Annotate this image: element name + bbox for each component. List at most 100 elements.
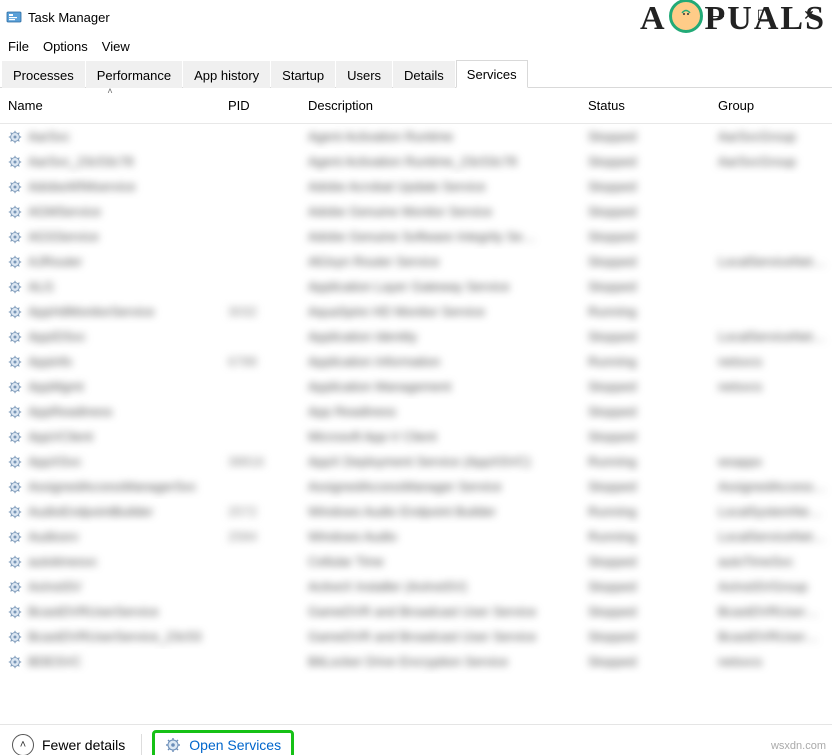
table-row[interactable]: BDESVC BitLocker Drive Encryption Servic… — [0, 649, 832, 674]
tab-processes[interactable]: Processes — [2, 61, 85, 88]
service-name: AppMgmt — [28, 379, 84, 394]
cell-name: AppXSvc — [0, 449, 220, 474]
table-row[interactable]: AppHdMonitorService 3032 AquaSpire HD Mo… — [0, 299, 832, 324]
service-name: AppXSvc — [28, 454, 81, 469]
service-gear-icon — [8, 255, 22, 269]
tab-startup[interactable]: Startup — [271, 61, 335, 88]
sort-asc-icon: ˄ — [107, 88, 112, 96]
col-description[interactable]: Description — [300, 88, 580, 124]
col-group[interactable]: Group — [710, 88, 832, 124]
menu-view[interactable]: View — [98, 37, 140, 56]
gear-icon — [165, 737, 181, 753]
table-row[interactable]: AdobeARMservice Adobe Acrobat Update Ser… — [0, 174, 832, 199]
tab-strip: Processes Performance App history Startu… — [0, 58, 832, 88]
service-name: AarSvc_23c53c78 — [28, 154, 134, 169]
table-row[interactable]: AGSService Adobe Genuine Software Integr… — [0, 224, 832, 249]
service-gear-icon — [8, 280, 22, 294]
table-row[interactable]: AxInstSV ActiveX Installer (AxInstSV) St… — [0, 574, 832, 599]
table-row[interactable]: AJRouter AllJoyn Router Service Stopped … — [0, 249, 832, 274]
cell-description: GameDVR and Broadcast User Service — [300, 624, 580, 649]
cell-group — [710, 399, 832, 424]
col-name[interactable]: ˄ Name — [0, 88, 220, 124]
cell-status: Stopped — [580, 549, 710, 574]
cell-description: Application Management — [300, 374, 580, 399]
cell-status: Stopped — [580, 474, 710, 499]
table-row[interactable]: AppReadiness App Readiness Stopped — [0, 399, 832, 424]
service-gear-icon — [8, 480, 22, 494]
cell-description: Agent Activation Runtime — [300, 124, 580, 150]
table-row[interactable]: autotimesvc Cellular Time Stopped autoTi… — [0, 549, 832, 574]
minimize-button[interactable]: — — [694, 0, 740, 30]
table-row[interactable]: AppVClient Microsoft App-V Client Stoppe… — [0, 424, 832, 449]
cell-pid: 6788 — [220, 349, 300, 374]
service-name: AssignedAccessManagerSvc — [28, 479, 196, 494]
cell-status: Stopped — [580, 624, 710, 649]
service-gear-icon — [8, 655, 22, 669]
col-status[interactable]: Status — [580, 88, 710, 124]
open-services-label: Open Services — [189, 737, 281, 753]
service-gear-icon — [8, 230, 22, 244]
table-row[interactable]: Appinfo 6788 Application Information Run… — [0, 349, 832, 374]
col-pid[interactable]: PID — [220, 88, 300, 124]
table-row[interactable]: ALG Application Layer Gateway Service St… — [0, 274, 832, 299]
cell-name: AppMgmt — [0, 374, 220, 399]
service-gear-icon — [8, 580, 22, 594]
cell-name: Audiosrv — [0, 524, 220, 549]
table-row[interactable]: BcastDVRUserService_23c53 GameDVR and Br… — [0, 624, 832, 649]
menu-file[interactable]: File — [4, 37, 39, 56]
cell-name: BcastDVRUserService_23c53 — [0, 624, 220, 649]
table-row[interactable]: Audiosrv 2584 Windows Audio Running Loca… — [0, 524, 832, 549]
cell-description: Windows Audio — [300, 524, 580, 549]
tab-details[interactable]: Details — [393, 61, 455, 88]
cell-status: Stopped — [580, 574, 710, 599]
window-controls: — ☐ ✕ — [694, 0, 832, 30]
service-gear-icon — [8, 555, 22, 569]
tab-performance[interactable]: Performance — [86, 61, 182, 88]
menu-options[interactable]: Options — [39, 37, 98, 56]
fewer-details-button[interactable]: ˄ Fewer details — [6, 732, 131, 755]
table-row[interactable]: AppXSvc 38816 AppX Deployment Service (A… — [0, 449, 832, 474]
cell-group — [710, 224, 832, 249]
cell-group: AxInstSVGroup — [710, 574, 832, 599]
cell-status: Stopped — [580, 649, 710, 674]
maximize-button[interactable]: ☐ — [740, 0, 786, 30]
service-gear-icon — [8, 180, 22, 194]
table-row[interactable]: AarSvc_23c53c78 Agent Activation Runtime… — [0, 149, 832, 174]
col-name-label: Name — [8, 98, 43, 113]
cell-pid — [220, 274, 300, 299]
tab-app-history[interactable]: App history — [183, 61, 270, 88]
cell-group — [710, 299, 832, 324]
bottom-bar: ˄ Fewer details Open Services — [0, 724, 832, 755]
open-services-button[interactable]: Open Services — [152, 730, 294, 755]
menu-bar: File Options View — [0, 34, 832, 58]
service-name: AppVClient — [28, 429, 93, 444]
service-gear-icon — [8, 405, 22, 419]
fewer-details-label: Fewer details — [42, 737, 125, 753]
window-title: Task Manager — [28, 10, 110, 25]
cell-group: AarSvcGroup — [710, 124, 832, 150]
table-row[interactable]: AGMService Adobe Genuine Monitor Service… — [0, 199, 832, 224]
table-row[interactable]: AudioEndpointBuilder 2572 Windows Audio … — [0, 499, 832, 524]
table-row[interactable]: AppMgmt Application Management Stopped n… — [0, 374, 832, 399]
cell-status: Running — [580, 499, 710, 524]
tab-services[interactable]: Services — [456, 60, 528, 88]
service-name: AppIDSvc — [28, 329, 86, 344]
table-row[interactable]: BcastDVRUserService GameDVR and Broadcas… — [0, 599, 832, 624]
table-row[interactable]: AarSvc Agent Activation Runtime Stopped … — [0, 124, 832, 150]
cell-name: AxInstSV — [0, 574, 220, 599]
service-gear-icon — [8, 530, 22, 544]
cell-status: Stopped — [580, 124, 710, 150]
cell-description: AssignedAccessManager Service — [300, 474, 580, 499]
cell-description: Adobe Acrobat Update Service — [300, 174, 580, 199]
table-row[interactable]: AppIDSvc Application Identity Stopped Lo… — [0, 324, 832, 349]
cell-group — [710, 274, 832, 299]
cell-pid — [220, 649, 300, 674]
close-button[interactable]: ✕ — [786, 0, 832, 30]
cell-description: Adobe Genuine Software Integrity Se… — [300, 224, 580, 249]
cell-pid — [220, 399, 300, 424]
service-gear-icon — [8, 505, 22, 519]
cell-pid — [220, 124, 300, 150]
cell-pid: 3032 — [220, 299, 300, 324]
tab-users[interactable]: Users — [336, 61, 392, 88]
table-row[interactable]: AssignedAccessManagerSvc AssignedAccessM… — [0, 474, 832, 499]
